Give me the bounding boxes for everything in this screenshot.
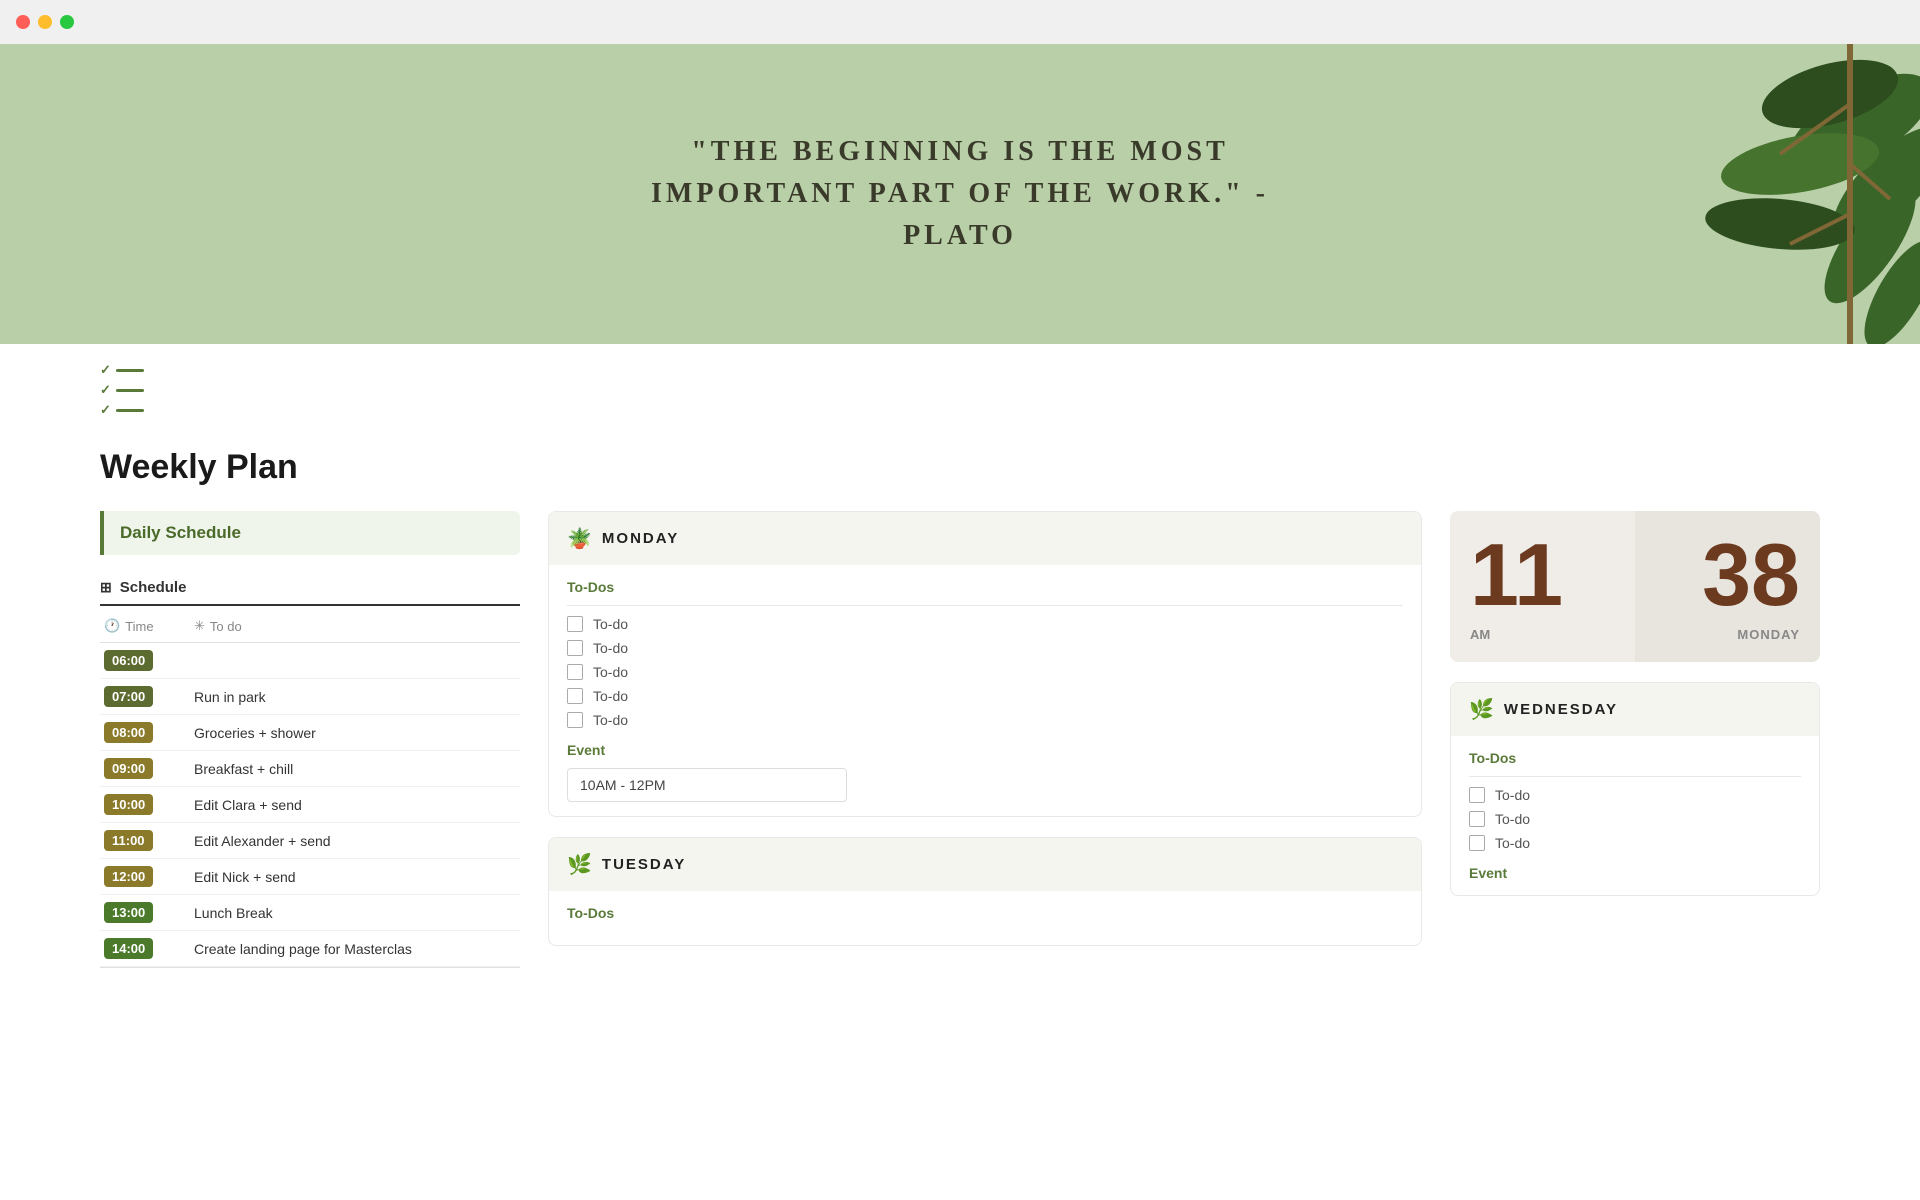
todo-label-1: To-do bbox=[593, 616, 628, 632]
todo-checkbox-3[interactable] bbox=[567, 664, 583, 680]
task-0700: Run in park bbox=[190, 679, 520, 715]
check1: ✓ bbox=[100, 362, 111, 378]
daily-schedule-label: Daily Schedule bbox=[120, 523, 241, 543]
task-1200: Edit Nick + send bbox=[190, 859, 520, 895]
tuesday-todos-title: To-Dos bbox=[567, 905, 1403, 921]
list-item: To-do bbox=[567, 640, 1403, 656]
time-badge-1400: 14:00 bbox=[104, 938, 153, 959]
clock-minutes-panel: 38 MONDAY bbox=[1635, 511, 1820, 662]
monday-event-title: Event bbox=[567, 742, 1403, 758]
tuesday-card: 🌿 TUESDAY To-Dos bbox=[548, 837, 1422, 946]
wednesday-header: 🌿 WEDNESDAY bbox=[1451, 683, 1819, 736]
clock-hour-number: 11 bbox=[1470, 531, 1563, 619]
tuesday-icon: 🌿 bbox=[567, 852, 592, 877]
list-item: To-do bbox=[567, 664, 1403, 680]
monday-todos-title: To-Dos bbox=[567, 579, 1403, 595]
todo-label-3: To-do bbox=[593, 664, 628, 680]
monday-card: 🪴 MONDAY To-Dos To-do To-do bbox=[548, 511, 1422, 817]
tuesday-name: TUESDAY bbox=[602, 856, 686, 873]
wednesday-icon: 🌿 bbox=[1469, 697, 1494, 722]
maximize-button[interactable] bbox=[60, 15, 74, 29]
monday-body: To-Dos To-do To-do To-do bbox=[549, 565, 1421, 816]
wednesday-name: WEDNESDAY bbox=[1504, 701, 1618, 718]
wednesday-todos-title: To-Dos bbox=[1469, 750, 1801, 766]
task-0600 bbox=[190, 643, 520, 679]
time-col-header: 🕐 Time bbox=[100, 610, 190, 643]
monday-event-section: Event bbox=[567, 742, 1403, 802]
wed-todo-label-3: To-do bbox=[1495, 835, 1530, 851]
clock-icon: 🕐 bbox=[104, 618, 120, 634]
minimize-button[interactable] bbox=[38, 15, 52, 29]
todo-col-header: ✳ To do bbox=[190, 610, 520, 643]
sun-icon: ✳ bbox=[194, 618, 205, 634]
wed-todo-label-1: To-do bbox=[1495, 787, 1530, 803]
time-badge-1300: 13:00 bbox=[104, 902, 153, 923]
task-1100: Edit Alexander + send bbox=[190, 823, 520, 859]
clock-ampm: AM bbox=[1470, 627, 1490, 642]
schedule-label: Schedule bbox=[120, 579, 187, 596]
task-1300: Lunch Break bbox=[190, 895, 520, 931]
clock-minutes-number: 38 bbox=[1702, 531, 1800, 619]
list-item: To-do bbox=[1469, 835, 1801, 851]
monday-header: 🪴 MONDAY bbox=[549, 512, 1421, 565]
wed-checkbox-3[interactable] bbox=[1469, 835, 1485, 851]
tuesday-body: To-Dos bbox=[549, 891, 1421, 945]
time-badge-0700: 07:00 bbox=[104, 686, 153, 707]
check2: ✓ bbox=[100, 382, 111, 398]
clock-widget: 11 AM 38 MONDAY bbox=[1450, 511, 1820, 662]
task-0900: Breakfast + chill bbox=[190, 751, 520, 787]
page-title: Weekly Plan bbox=[100, 448, 1820, 487]
time-badge-0800: 08:00 bbox=[104, 722, 153, 743]
logo-area: ✓ ✓ ✓ bbox=[0, 344, 1920, 418]
columns-layout: Daily Schedule ⊞ Schedule 🕐 Time ✳ To do… bbox=[100, 511, 1820, 968]
list-item: To-do bbox=[567, 616, 1403, 632]
checklist-icon: ✓ ✓ ✓ bbox=[100, 362, 144, 418]
hero-quote: "The Beginning is the Most Important Par… bbox=[610, 131, 1310, 257]
wed-checkbox-1[interactable] bbox=[1469, 787, 1485, 803]
todo-label-4: To-do bbox=[593, 688, 628, 704]
time-badge-1100: 11:00 bbox=[104, 830, 153, 851]
wednesday-body: To-Dos To-do To-do To-do Event bbox=[1451, 736, 1819, 895]
time-badge-1000: 10:00 bbox=[104, 794, 153, 815]
hero-banner: "The Beginning is the Most Important Par… bbox=[0, 44, 1920, 344]
middle-column: 🪴 MONDAY To-Dos To-do To-do bbox=[548, 511, 1422, 968]
todo-checkbox-5[interactable] bbox=[567, 712, 583, 728]
task-0800: Groceries + shower bbox=[190, 715, 520, 751]
titlebar bbox=[0, 0, 1920, 44]
clock-day: MONDAY bbox=[1737, 627, 1800, 642]
wednesday-event-title: Event bbox=[1469, 865, 1801, 881]
daily-schedule-tab[interactable]: Daily Schedule bbox=[100, 511, 520, 555]
list-item: To-do bbox=[567, 688, 1403, 704]
schedule-header: ⊞ Schedule bbox=[100, 571, 520, 606]
left-column: Daily Schedule ⊞ Schedule 🕐 Time ✳ To do… bbox=[100, 511, 520, 968]
list-item: To-do bbox=[1469, 787, 1801, 803]
todo-checkbox-1[interactable] bbox=[567, 616, 583, 632]
wednesday-card: 🌿 WEDNESDAY To-Dos To-do To-do bbox=[1450, 682, 1820, 896]
time-badge-0600: 06:00 bbox=[104, 650, 153, 671]
check3: ✓ bbox=[100, 402, 111, 418]
hero-plant-decoration bbox=[1600, 44, 1920, 344]
wed-checkbox-2[interactable] bbox=[1469, 811, 1485, 827]
grid-icon: ⊞ bbox=[100, 579, 112, 596]
task-1000: Edit Clara + send bbox=[190, 787, 520, 823]
wed-todo-label-2: To-do bbox=[1495, 811, 1530, 827]
clock-hour-panel: 11 AM bbox=[1450, 511, 1635, 662]
list-item: To-do bbox=[567, 712, 1403, 728]
close-button[interactable] bbox=[16, 15, 30, 29]
todo-checkbox-2[interactable] bbox=[567, 640, 583, 656]
time-badge-1200: 12:00 bbox=[104, 866, 153, 887]
task-1400: Create landing page for Masterclas bbox=[190, 931, 520, 967]
todo-checkbox-4[interactable] bbox=[567, 688, 583, 704]
monday-name: MONDAY bbox=[602, 530, 679, 547]
schedule-table: 🕐 Time ✳ To do 06:00 07:00 Run in park bbox=[100, 610, 520, 968]
right-column: 11 AM 38 MONDAY 🌿 WEDNESDAY To-Dos bbox=[1450, 511, 1820, 968]
monday-icon: 🪴 bbox=[567, 526, 592, 551]
time-badge-0900: 09:00 bbox=[104, 758, 153, 779]
todo-label-5: To-do bbox=[593, 712, 628, 728]
main-content: Weekly Plan Daily Schedule ⊞ Schedule 🕐 … bbox=[0, 418, 1920, 998]
todo-label-2: To-do bbox=[593, 640, 628, 656]
list-item: To-do bbox=[1469, 811, 1801, 827]
monday-event-input[interactable] bbox=[567, 768, 847, 802]
tuesday-header: 🌿 TUESDAY bbox=[549, 838, 1421, 891]
